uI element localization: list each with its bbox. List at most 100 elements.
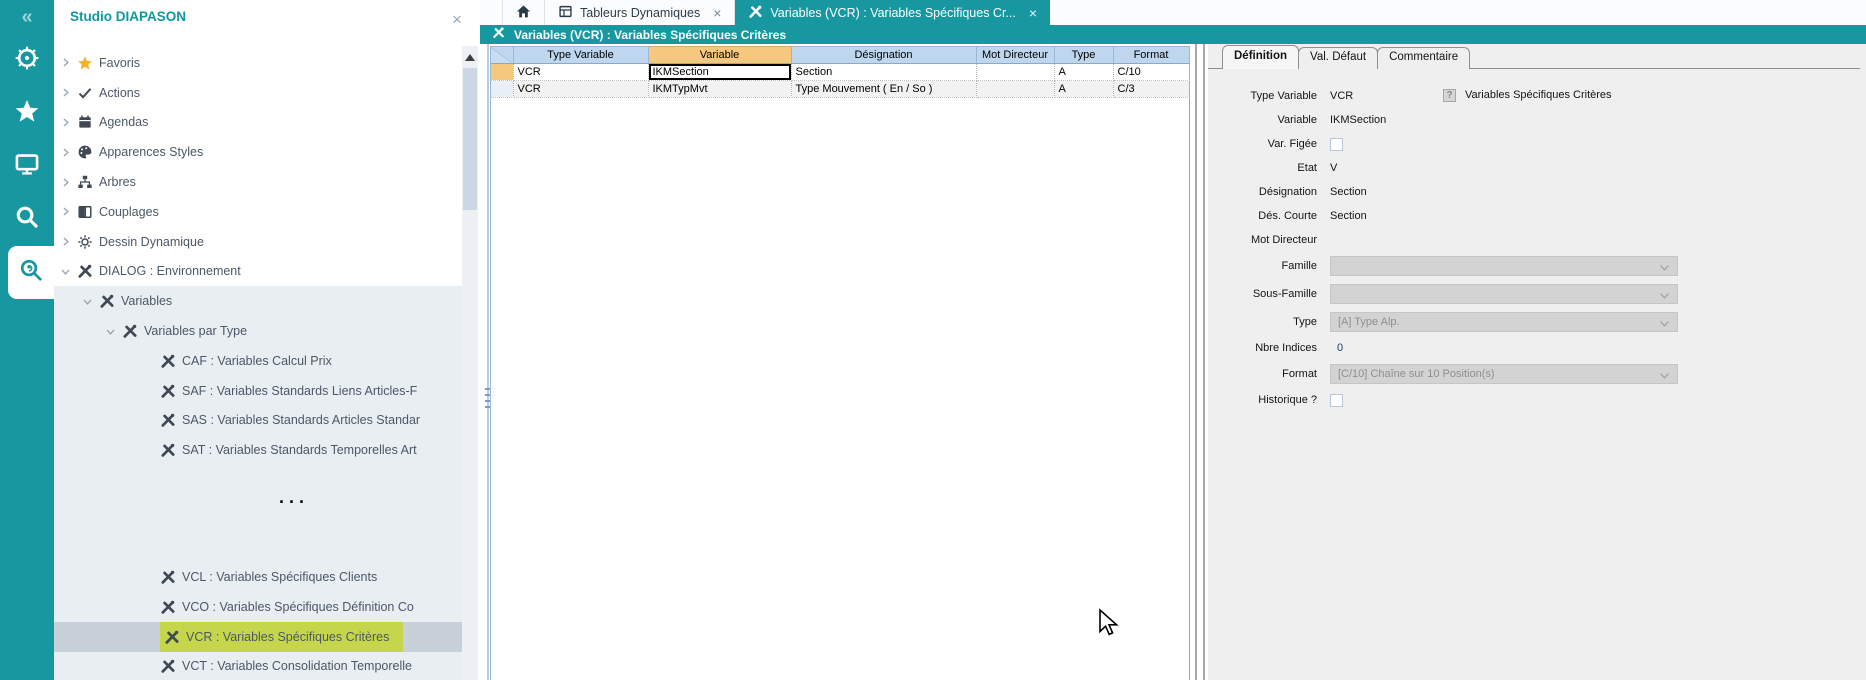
- tree-item-vcl-variables-sp-cifiques-clients[interactable]: VCL : Variables Spécifiques Clients: [54, 562, 462, 592]
- field-row-etat: EtatV: [1208, 156, 1866, 180]
- tree-item-couplages[interactable]: Couplages: [54, 197, 462, 227]
- table-row[interactable]: VCRIKMSectionSection AC/10: [491, 64, 1189, 81]
- rail-item-screens[interactable]: [0, 140, 54, 193]
- rail-item-favorites[interactable]: [0, 87, 54, 140]
- tab-definition[interactable]: Définition: [1222, 45, 1299, 69]
- cell-d-signation[interactable]: Type Mouvement ( En / So ): [791, 81, 976, 98]
- tree-item-arbres[interactable]: Arbres: [54, 167, 462, 197]
- chevron-right-icon[interactable]: [60, 87, 77, 98]
- tree-item-label: VCT : Variables Consolidation Temporelle: [182, 659, 412, 673]
- table-row[interactable]: VCRIKMTypMvtType Mouvement ( En / So ) AC…: [491, 81, 1189, 98]
- scroll-up-icon[interactable]: [465, 54, 475, 61]
- column-header-type-variable[interactable]: Type Variable: [513, 47, 648, 64]
- tree-item-dessin-dynamique[interactable]: Dessin Dynamique: [54, 227, 462, 257]
- cell-type[interactable]: A: [1054, 81, 1113, 98]
- search-icon: [14, 204, 40, 235]
- row-selector-cell[interactable]: [491, 64, 513, 81]
- select-famille[interactable]: [1330, 256, 1678, 276]
- rail-item-search[interactable]: [0, 193, 54, 246]
- field-row-famille: Famille: [1208, 252, 1866, 280]
- field-label: Format: [1208, 368, 1317, 380]
- cell-mot-directeur[interactable]: [976, 64, 1054, 81]
- select-sous-famille[interactable]: [1330, 284, 1678, 304]
- column-header-format[interactable]: Format: [1113, 47, 1189, 64]
- chevron-right-icon[interactable]: [60, 206, 77, 217]
- tree-item-vct-variables-consolidation-temporelle[interactable]: VCT : Variables Consolidation Temporelle: [54, 652, 462, 680]
- chevron-right-icon[interactable]: [60, 147, 77, 158]
- help-checkbox[interactable]: ?: [1443, 89, 1456, 102]
- tree-item-label: SAF : Variables Standards Liens Articles…: [182, 384, 417, 398]
- tree-item-vcr-variables-sp-cifiques-crit-res[interactable]: VCR : Variables Spécifiques Critères: [54, 622, 462, 652]
- tree-item-variables[interactable]: Variables: [54, 286, 462, 316]
- cell-type[interactable]: A: [1054, 64, 1113, 81]
- rail-item-settings[interactable]: [0, 34, 54, 87]
- field-label: Sous-Famille: [1208, 288, 1317, 300]
- select-value: [C/10] Chaîne sur 10 Position(s): [1338, 368, 1495, 380]
- tree-item-apparences-styles[interactable]: Apparences Styles: [54, 137, 462, 167]
- tree-item-caf-variables-calcul-prix[interactable]: CAF : Variables Calcul Prix: [54, 346, 462, 376]
- column-header-d-signation[interactable]: Désignation: [791, 47, 976, 64]
- star-gold-icon: [77, 55, 99, 71]
- field-row-mot-directeur: Mot Directeur: [1208, 228, 1866, 252]
- tree-item-label: VCR : Variables Spécifiques Critères: [186, 630, 389, 644]
- cell-format[interactable]: C/10: [1113, 64, 1189, 81]
- select-type[interactable]: [A] Type Alp.: [1330, 312, 1678, 332]
- chevron-right-icon[interactable]: [60, 57, 77, 68]
- chevron-right-icon[interactable]: [60, 117, 77, 128]
- close-icon[interactable]: ×: [713, 5, 721, 21]
- chevron-down-icon[interactable]: [82, 296, 99, 307]
- tree-item-vco-variables-sp-cifiques-d-finition-co[interactable]: VCO : Variables Spécifiques Définition C…: [54, 592, 462, 622]
- tree-item-sas-variables-standards-articles-standar[interactable]: SAS : Variables Standards Articles Stand…: [54, 406, 462, 436]
- cell-mot-directeur[interactable]: [976, 81, 1054, 98]
- tab-val-defaut[interactable]: Val. Défaut: [1298, 47, 1378, 69]
- tree-item-label: CAF : Variables Calcul Prix: [182, 354, 332, 368]
- tab-tableurs-dynamiques[interactable]: Tableurs Dynamiques ×: [545, 0, 735, 25]
- type-variable-description: Variables Spécifiques Critères: [1465, 89, 1612, 101]
- chevron-right-icon[interactable]: [60, 177, 77, 188]
- tree-item-actions[interactable]: Actions: [54, 78, 462, 108]
- detail-splitter[interactable]: [1195, 44, 1205, 680]
- tree-item-sat-variables-standards-temporelles-art[interactable]: SAT : Variables Standards Temporelles Ar…: [54, 435, 462, 465]
- cell-format[interactable]: C/3: [1113, 81, 1189, 98]
- scrollbar-thumb[interactable]: [463, 68, 477, 210]
- rail-item-search-location[interactable]: [8, 246, 54, 299]
- cell-variable[interactable]: IKMSection: [648, 64, 791, 81]
- select-format[interactable]: [C/10] Chaîne sur 10 Position(s): [1330, 364, 1678, 384]
- checkbox-historique[interactable]: [1330, 394, 1343, 407]
- checkbox-var-fig-e[interactable]: [1330, 138, 1343, 151]
- tree-item-agendas[interactable]: Agendas: [54, 108, 462, 138]
- tab-variables-vcr[interactable]: Variables (VCR) : Variables Spécifiques …: [735, 0, 1050, 25]
- tab-label: Variables (VCR) : Variables Spécifiques …: [770, 6, 1015, 20]
- column-header-mot-directeur[interactable]: Mot Directeur: [976, 47, 1054, 64]
- tools-icon: [164, 629, 186, 645]
- tree-item-dialog-environnement[interactable]: DIALOG : Environnement: [54, 257, 462, 287]
- field-label: Famille: [1208, 260, 1317, 272]
- columns-icon: [77, 204, 99, 220]
- cell-variable[interactable]: IKMTypMvt: [648, 81, 791, 98]
- tab-home[interactable]: [502, 0, 545, 25]
- chevron-down-icon[interactable]: [60, 266, 77, 277]
- close-icon[interactable]: ×: [1029, 5, 1037, 21]
- tree-item-saf-variables-standards-liens-articles-f[interactable]: SAF : Variables Standards Liens Articles…: [54, 376, 462, 406]
- chevron-right-icon[interactable]: [60, 236, 77, 247]
- collapse-sidebar-button[interactable]: «: [0, 0, 54, 34]
- field-label: Désignation: [1208, 186, 1317, 198]
- tree-item-variables-par-type[interactable]: Variables par Type: [54, 316, 462, 346]
- cell-type-variable[interactable]: VCR: [513, 81, 648, 98]
- monitor-icon: [14, 151, 40, 182]
- chevron-down-icon[interactable]: [105, 326, 122, 337]
- cell-d-signation[interactable]: Section: [791, 64, 976, 81]
- row-selector-header[interactable]: [491, 47, 513, 64]
- sidebar-scrollbar[interactable]: [462, 46, 478, 680]
- tab-commentaire[interactable]: Commentaire: [1377, 47, 1470, 69]
- tree-item-favoris[interactable]: Favoris: [54, 48, 462, 78]
- cell-type-variable[interactable]: VCR: [513, 64, 648, 81]
- panel-splitter[interactable]: [478, 25, 490, 680]
- row-selector-cell[interactable]: [491, 81, 513, 98]
- field-value: 0: [1337, 342, 1343, 354]
- field-row-var-fig-e: Var. Figée: [1208, 132, 1866, 156]
- column-header-variable[interactable]: Variable: [648, 47, 791, 64]
- sidebar-close-button[interactable]: ×: [452, 10, 462, 30]
- tools-icon: [160, 353, 182, 369]
- column-header-type[interactable]: Type: [1054, 47, 1113, 64]
